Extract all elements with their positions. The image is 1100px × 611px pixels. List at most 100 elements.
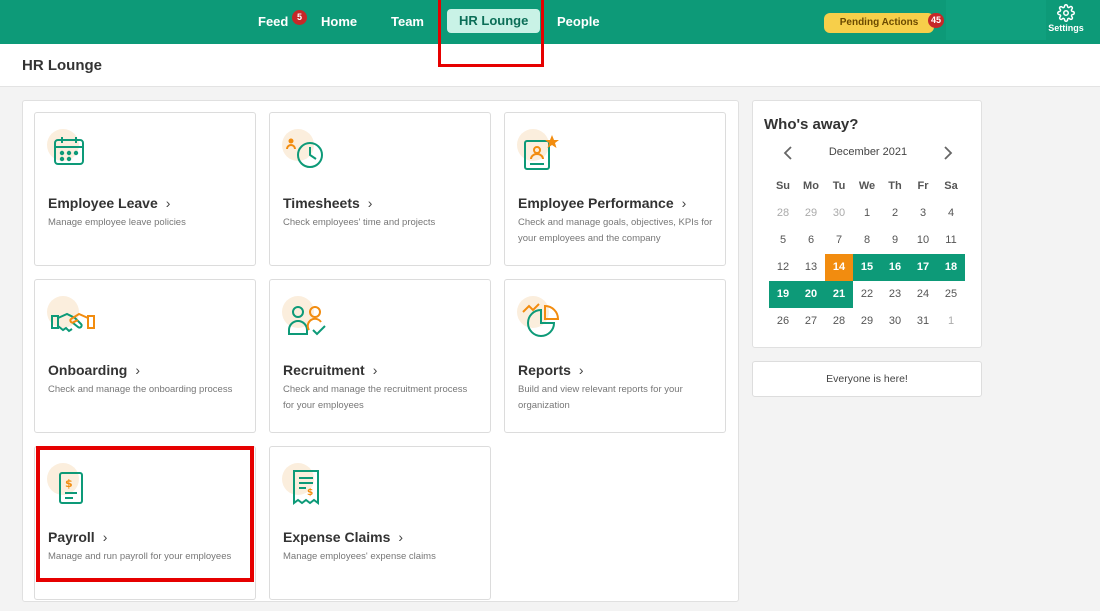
card-title: Employee Performance [518, 195, 674, 211]
chevron-right-icon: › [681, 195, 687, 211]
chevron-left-icon[interactable] [778, 143, 798, 163]
calendar-day[interactable]: 24 [909, 281, 937, 308]
calendar-day[interactable]: 2 [881, 200, 909, 227]
calendar-day[interactable]: 8 [853, 227, 881, 254]
calendar-day[interactable]: 20 [797, 281, 825, 308]
user-profile-area[interactable] [946, 0, 1046, 40]
weekday-label: Sa [944, 180, 958, 192]
card-description: Check and manage the recruitment process… [283, 384, 468, 411]
settings-label: Settings [1048, 23, 1084, 33]
calendar-day[interactable]: 31 [909, 308, 937, 335]
calendar-icon [47, 129, 95, 177]
card-onboarding[interactable]: Onboarding › Check and manage the onboard… [34, 279, 256, 433]
card-expense-claims[interactable]: $ Expense Claims › Manage employees' expe… [269, 446, 491, 600]
calendar-day[interactable]: 1 [853, 200, 881, 227]
calendar-day[interactable]: 22 [853, 281, 881, 308]
calendar-day[interactable]: 6 [797, 227, 825, 254]
card-description: Check and manage the onboarding process [48, 384, 233, 395]
card-employee-performance[interactable]: Employee Performance › Check and manage g… [504, 112, 726, 266]
calendar-day[interactable]: 19 [769, 281, 797, 308]
pending-actions-button[interactable]: Pending Actions [824, 13, 934, 33]
calendar-day[interactable]: 28 [825, 308, 853, 335]
calendar-day[interactable]: 5 [769, 227, 797, 254]
calendar-week-row: 28 29 30 1 2 3 4 [769, 200, 965, 227]
people-check-icon [282, 296, 330, 344]
settings-button[interactable]: Settings [1046, 4, 1086, 33]
chevron-right-icon[interactable] [938, 143, 958, 163]
card-description: Manage employees' expense claims [283, 551, 436, 562]
gear-icon [1057, 4, 1075, 22]
nav-feed[interactable]: Feed [258, 0, 288, 44]
calendar-day[interactable]: 3 [909, 200, 937, 227]
calendar-day[interactable]: 1 [937, 308, 965, 335]
calendar-day[interactable]: 9 [881, 227, 909, 254]
weekday-label: Th [888, 180, 902, 192]
calendar-month: December 2021 [828, 146, 908, 158]
calendar-day[interactable]: 30 [825, 200, 853, 227]
chevron-right-icon: › [135, 362, 140, 378]
calendar-day[interactable]: 23 [881, 281, 909, 308]
card-employee-leave[interactable]: Employee Leave › Manage employee leave po… [34, 112, 256, 266]
chevron-right-icon: › [372, 362, 378, 378]
page-header: HR Lounge [0, 44, 1100, 87]
calendar-day[interactable]: 14 [825, 254, 853, 281]
calendar-day[interactable]: 29 [797, 200, 825, 227]
nav-hr-lounge[interactable]: HR Lounge [447, 9, 541, 33]
card-reports[interactable]: Reports › Build and view relevant reports… [504, 279, 726, 433]
calendar-day[interactable]: 30 [881, 308, 909, 335]
svg-text:$: $ [307, 488, 313, 498]
calendar-week-row: 12 13 14 15 16 17 18 [769, 254, 965, 281]
card-description: Build and view relevant reports for your… [518, 384, 683, 411]
clock-icon [282, 129, 330, 177]
calendar-day[interactable]: 13 [797, 254, 825, 281]
card-description: Check employees' time and projects [283, 217, 436, 228]
card-title: Recruitment [283, 362, 365, 378]
calendar-day[interactable]: 28 [769, 200, 797, 227]
card-title: Expense Claims [283, 529, 391, 545]
calendar-day[interactable]: 16 [881, 254, 909, 281]
card-payroll[interactable]: $ Payroll › Manage and run payroll for yo… [34, 446, 256, 600]
page-title: HR Lounge [22, 57, 102, 74]
calendar-day[interactable]: 11 [937, 227, 965, 254]
calendar-day[interactable]: 12 [769, 254, 797, 281]
hr-modules-panel: Employee Leave › Manage employee leave po… [22, 100, 739, 602]
nav-people[interactable]: People [557, 0, 600, 44]
weekday-label: Mo [803, 180, 819, 192]
calendar-day[interactable]: 29 [853, 308, 881, 335]
card-title: Reports [518, 362, 571, 378]
nav-team[interactable]: Team [391, 0, 424, 44]
chevron-right-icon: › [578, 362, 584, 378]
pie-chart-icon [517, 296, 565, 344]
top-navbar: Feed 5 Home Team HR Lounge People Pendin… [0, 0, 1100, 44]
card-description: Manage and run payroll for your employee… [48, 551, 232, 562]
weekday-label: Tu [832, 180, 846, 192]
card-recruitment[interactable]: Recruitment › Check and manage the recrui… [269, 279, 491, 433]
chevron-right-icon: › [398, 529, 404, 545]
chevron-right-icon: › [165, 195, 171, 211]
calendar-day[interactable]: 15 [853, 254, 881, 281]
card-title: Employee Leave [48, 195, 158, 211]
card-description: Check and manage goals, objectives, KPIs… [518, 217, 713, 244]
chevron-right-icon: › [102, 529, 108, 545]
weekday-label: Su [775, 180, 791, 192]
whos-away-panel: Who's away? December 2021 Su Mo Tu We Th Fr Sa… [752, 100, 982, 348]
calendar-day[interactable]: 4 [937, 200, 965, 227]
nav-home[interactable]: Home [321, 0, 357, 44]
card-description: Manage employee leave policies [48, 217, 186, 228]
calendar-day[interactable]: 26 [769, 308, 797, 335]
card-title: Timesheets [283, 195, 360, 211]
calendar-day[interactable]: 10 [909, 227, 937, 254]
calendar-day[interactable]: 17 [909, 254, 937, 281]
whos-away-title: Who's away? [764, 116, 859, 133]
card-title: Payroll [48, 529, 95, 545]
weekday-label: We [858, 180, 876, 192]
away-status-message: Everyone is here! [752, 361, 982, 397]
calendar-day[interactable]: 25 [937, 281, 965, 308]
calendar-day[interactable]: 7 [825, 227, 853, 254]
card-title: Onboarding [48, 362, 128, 378]
card-timesheets[interactable]: Timesheets › Check employees' time and pr… [269, 112, 491, 266]
calendar-day[interactable]: 21 [825, 281, 853, 308]
calendar-day[interactable]: 18 [937, 254, 965, 281]
pending-count-badge: 45 [928, 13, 945, 28]
calendar-day[interactable]: 27 [797, 308, 825, 335]
